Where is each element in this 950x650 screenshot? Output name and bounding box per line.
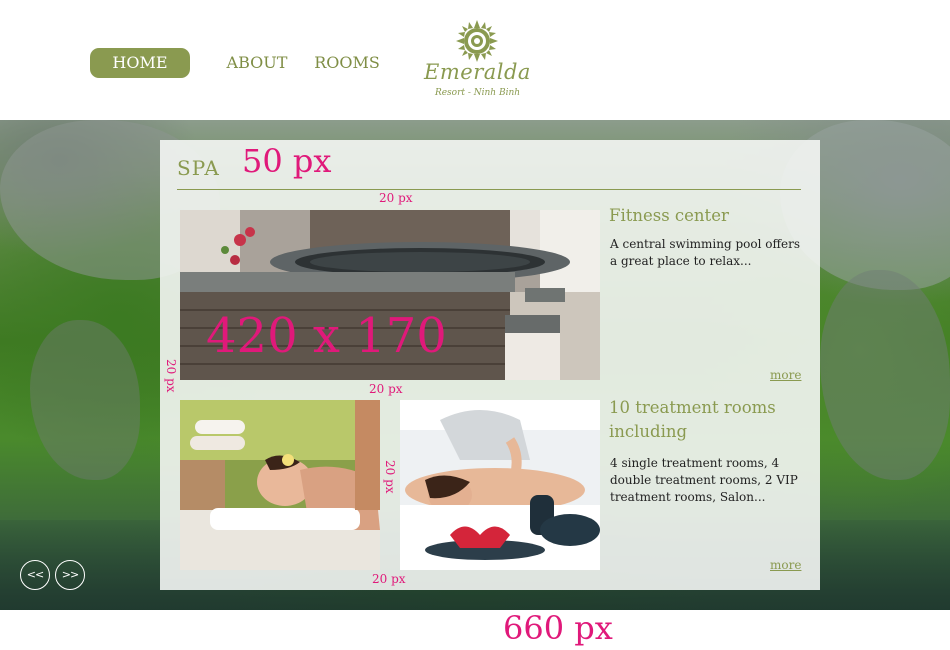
logo-name: Emeralda: [424, 60, 531, 84]
feature-title-fitness: Fitness center: [609, 206, 729, 225]
section-title: SPA: [177, 156, 220, 180]
more-link-fitness[interactable]: more: [770, 368, 801, 382]
spa-panel: SPA Fitness center A central swimming po…: [160, 140, 820, 590]
nav-home[interactable]: HOME: [90, 48, 190, 78]
massage-photo-1[interactable]: [180, 400, 380, 570]
logo-tagline: Resort - Ninh Binh: [434, 88, 521, 98]
site-header: HOME ABOUT ROOMS Emeralda Resort - Ninh …: [0, 0, 950, 120]
feature-title-treatment: 10 treatment rooms including: [609, 398, 776, 441]
feature-desc-treatment: 4 single treatment rooms, 4 double treat…: [610, 456, 798, 504]
slider-next-button[interactable]: >>: [55, 560, 85, 590]
nav-rooms[interactable]: ROOMS: [312, 48, 382, 78]
site-logo[interactable]: Emeralda Resort - Ninh Binh: [420, 16, 535, 106]
annotation-image-size: 420 x 170: [206, 308, 447, 364]
annotation-gap-between-photos: 20 px: [383, 460, 397, 494]
annotation-title-height: 50 px: [242, 142, 332, 180]
nav-about[interactable]: ABOUT: [222, 48, 292, 78]
sun-lotus-icon: [456, 20, 498, 62]
title-divider: [177, 189, 801, 190]
annotation-panel-width: 660 px: [503, 609, 613, 647]
massage-photo-2[interactable]: [400, 400, 600, 570]
more-link-treatment[interactable]: more: [770, 558, 801, 572]
slider-prev-button[interactable]: <<: [20, 560, 50, 590]
cliff-right: [820, 270, 950, 480]
annotation-gap-left: 20 px: [164, 359, 178, 393]
annotation-gap-middle: 20 px: [369, 382, 403, 396]
cliff-left: [30, 320, 140, 480]
feature-desc-fitness: A central swimming pool offers a great p…: [610, 237, 801, 268]
annotation-gap-bottom: 20 px: [372, 572, 406, 586]
annotation-gap-top: 20 px: [379, 191, 413, 205]
